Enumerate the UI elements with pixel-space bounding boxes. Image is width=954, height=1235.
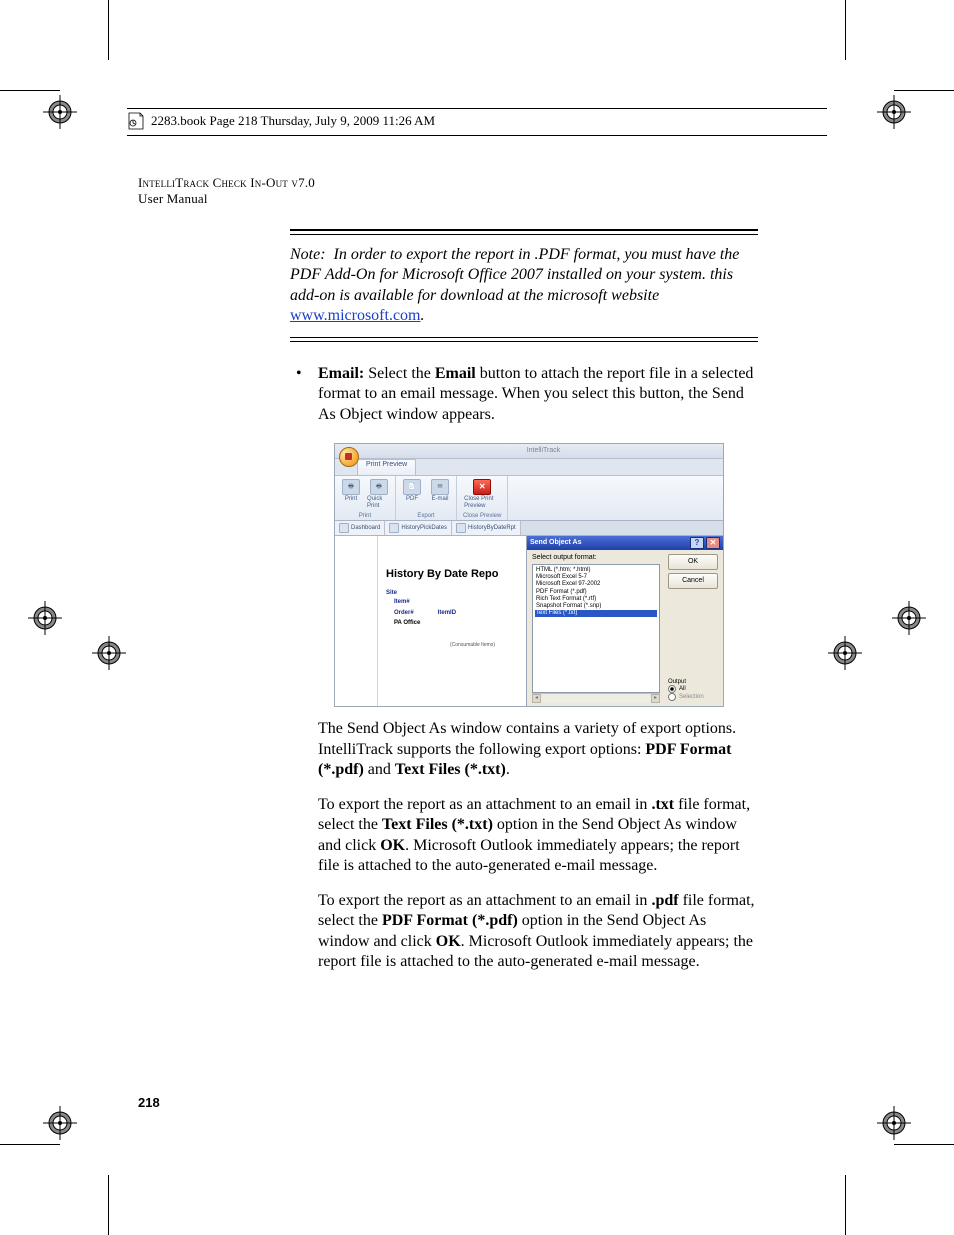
report-title: History By Date Repo [386,568,522,580]
bullet-label: Email: [318,365,364,382]
email-button[interactable]: ✉E-mail [428,479,452,503]
registration-mark-icon [877,95,911,129]
radio-icon [668,693,676,701]
format-option[interactable]: Snapshot Format (*.snp) [535,603,657,610]
page-info-text: 2283.book Page 218 Thursday, July 9, 200… [151,113,435,129]
dialog-titlebar: Send Object As ? ✕ [527,536,723,550]
format-option[interactable]: PDF Format (*.pdf) [535,589,657,596]
page-info-bar: 2283.book Page 218 Thursday, July 9, 200… [127,108,827,136]
ribbon-tab-row: Print Preview [335,459,723,476]
note-text: In order to export the report in .PDF fo… [290,246,739,304]
tab-history-pick-dates[interactable]: HistoryPickDates [385,521,452,535]
app-title: IntelliTrack [368,447,719,455]
doc-icon [389,523,399,533]
page-number: 218 [138,1095,160,1110]
report-preview: History By Date Repo Site Item# Order# I… [378,536,526,706]
help-icon[interactable]: ? [690,537,704,549]
registration-mark-icon [892,601,926,635]
report-footer-note: (Consumable Items) [450,643,522,649]
registration-mark-icon [43,1106,77,1140]
registration-mark-icon [877,1106,911,1140]
running-header: IntelliTrack Check In-Out v7.0 User Manu… [138,175,758,207]
registration-mark-icon [828,636,862,670]
printer-icon: 🖶 [342,479,360,495]
label-order-num: Order# [394,610,414,617]
rule-icon [290,229,758,235]
radio-icon [668,685,676,693]
format-option[interactable]: Microsoft Excel 5-7 [535,574,657,581]
format-option[interactable]: Microsoft Excel 97-2002 [535,581,657,588]
pdf-button[interactable]: 📄PDF [400,479,424,503]
dialog-title: Send Object As [530,539,581,547]
report-sidebar [335,536,378,706]
running-header-line1: IntelliTrack Check In-Out v7.0 [138,175,758,191]
printer-icon: 🖶 [370,479,388,495]
note-prefix: Note: [290,246,326,263]
pdf-icon: 📄 [403,479,421,495]
paragraph-after-image: The Send Object As window contains a var… [318,719,758,780]
radio-all[interactable]: All [668,685,718,693]
doc-icon [456,523,466,533]
scroll-right-icon[interactable]: ▸ [651,694,660,703]
registration-mark-icon [43,95,77,129]
rule-icon [290,337,758,342]
note-trail: . [421,307,425,324]
note-block: Note: In order to export the report in .… [290,241,758,331]
quick-print-button[interactable]: 🖶Quick Print [367,479,391,509]
cancel-button[interactable]: Cancel [668,573,718,589]
ribbon-group-close: Close Preview [461,513,503,521]
document-tabs: Dashboard HistoryPickDates HistoryByDate… [335,521,723,536]
label-item-id: ItemID [438,610,456,617]
output-group: Output All Selection [668,677,718,704]
label-item-num: Item# [394,599,522,606]
output-label: Output [668,679,718,686]
ok-button[interactable]: OK [668,554,718,570]
tab-history-by-date-rpt[interactable]: HistoryByDateRpt [452,521,521,535]
dialog-label: Select output format: [532,554,660,562]
format-option[interactable]: Text Files (*.txt) [535,610,657,617]
label-site: Site [386,590,522,597]
close-preview-button[interactable]: ✕Close Print Preview [464,479,500,509]
registration-mark-icon [92,636,126,670]
ribbon-group-export: Export [415,513,436,521]
tab-dashboard[interactable]: Dashboard [335,521,385,535]
registration-mark-icon [28,601,62,635]
microsoft-link[interactable]: www.microsoft.com [290,307,421,324]
bullet-email: Email: Select the Email button to attach… [290,364,758,425]
paragraph-pdf-export: To export the report as an attachment to… [318,891,758,973]
radio-selection[interactable]: Selection [668,693,718,701]
ribbon-group-print: Print [357,513,373,521]
format-listbox[interactable]: HTML (*.htm; *.html)Microsoft Excel 5-7M… [532,564,660,693]
book-icon [127,111,145,131]
embedded-screenshot: IntelliTrack Print Preview 🖶Print 🖶Quick… [334,443,724,707]
app-titlebar: IntelliTrack [335,444,723,459]
bullet-text: Select the Email button to attach the re… [318,365,753,423]
ribbon: 🖶Print 🖶Quick Print Print 📄PDF ✉E-mail E… [335,476,723,521]
close-icon[interactable]: ✕ [706,537,720,549]
send-object-as-dialog: Send Object As ? ✕ Select output format:… [526,536,723,706]
horizontal-scrollbar[interactable]: ◂▸ [532,693,660,703]
scroll-left-icon[interactable]: ◂ [532,694,541,703]
print-button[interactable]: 🖶Print [339,479,363,503]
doc-icon [339,523,349,533]
tab-print-preview[interactable]: Print Preview [357,459,416,475]
paragraph-txt-export: To export the report as an attachment to… [318,795,758,877]
close-icon: ✕ [473,479,491,495]
value-site: PA Office [394,620,522,627]
format-option[interactable]: Rich Text Format (*.rtf) [535,596,657,603]
format-option[interactable]: HTML (*.htm; *.html) [535,567,657,574]
envelope-icon: ✉ [431,479,449,495]
running-header-line2: User Manual [138,191,758,207]
